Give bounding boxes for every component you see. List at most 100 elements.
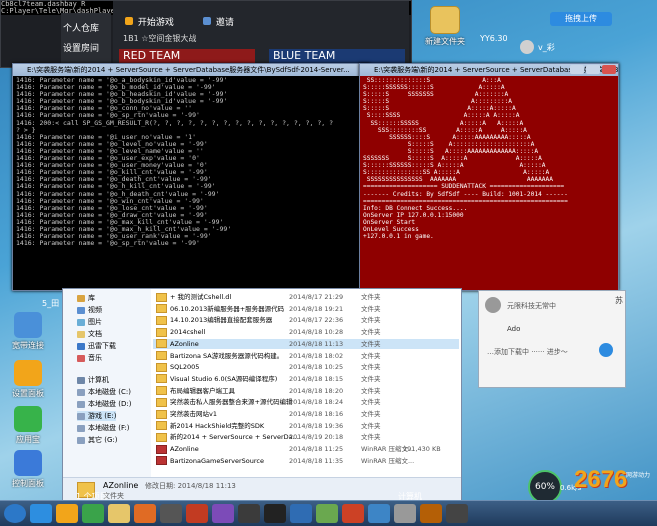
taskbar-game-c-icon[interactable]	[238, 504, 260, 523]
desktop-icon-label: 宽带连接	[12, 341, 44, 350]
watermark-sub: 网游动力	[626, 472, 651, 479]
menu-room-settings[interactable]: 设置房间	[63, 41, 99, 54]
sidebar-item[interactable]: 本地磁盘 (D:)	[77, 399, 131, 409]
file-row[interactable]: AZonline 2014/8/18 11:25 WinRAR 压缩文... 191,…	[153, 444, 459, 454]
desktop-icon-control[interactable]: 控制面板	[6, 450, 50, 489]
file-type: 文件夹	[361, 398, 381, 407]
taskbar-qq-browser-icon[interactable]	[56, 504, 78, 523]
sidebar-item-icon	[77, 400, 85, 408]
settings-icon	[14, 360, 42, 386]
upload-button[interactable]: 拖拽上传	[550, 12, 612, 26]
desktop-icon-appstore[interactable]: 应用宝	[6, 406, 50, 445]
control-panel-icon	[14, 450, 42, 476]
minimize-button[interactable]	[570, 65, 584, 74]
sidebar-item-label: 本地磁盘 (F:)	[88, 424, 130, 432]
file-type: 文件夹	[361, 293, 381, 301]
file-row[interactable]: 新的2014 + ServerSource + ServerDa... 2014/…	[153, 432, 459, 442]
desktop-icon-label: 控制面板	[12, 479, 44, 488]
sidebar-item[interactable]: 游戏 (E:)	[77, 411, 117, 421]
file-row[interactable]: 14.10.2013编辑器直接配套服务器 2014/8/17 22:36 文件夹	[153, 315, 459, 325]
file-row[interactable]: 新2014 HackShield完整的SDK 2014/8/18 19:36 文件夹	[153, 421, 459, 431]
taskbar-tool-a-icon[interactable]	[290, 504, 312, 523]
taskbar-tool-c-icon[interactable]	[342, 504, 364, 523]
sidebar-item[interactable]: 其它 (G:)	[77, 435, 117, 445]
taskbar-media-icon[interactable]	[212, 504, 234, 523]
sidebar-item[interactable]: 图片	[77, 317, 102, 327]
file-row[interactable]: 06.10.2013新编服务器+服务器源代码 2014/8/18 19:21 文件夹	[153, 304, 459, 314]
sidebar-item[interactable]: 本地磁盘 (F:)	[77, 423, 130, 433]
sidebar-item-icon	[77, 376, 85, 384]
taskbar-tool-e-icon[interactable]	[394, 504, 416, 523]
red-console-line: ------- Credits: By SdfSdf ---- Build: 1…	[363, 190, 568, 198]
close-button[interactable]	[602, 65, 616, 74]
sidebar-item[interactable]: 文档	[77, 329, 102, 339]
taskbar-folder-icon[interactable]	[108, 504, 130, 523]
sidebar-item-icon	[77, 318, 85, 326]
taskbar-tool-g-icon[interactable]	[446, 504, 468, 523]
explorer-window[interactable]: 库视频图片文档迅雷下载音乐计算机本地磁盘 (C:) 本地磁盘 (D:) 游戏 (E:…	[62, 288, 462, 504]
invite-button[interactable]: 邀请	[203, 15, 234, 28]
sidebar-item[interactable]: 视频	[77, 305, 102, 315]
taskbar-chrome-icon[interactable]	[82, 504, 104, 523]
red-console-titlebar[interactable]: E:\突袭服务端\新的2014 + ServerSource + ServerD…	[360, 64, 618, 76]
red-console-line: SSSSSSSSSSSSSSS AAAAAAA AAAAAAA	[363, 176, 553, 184]
folder-icon	[156, 339, 167, 349]
taskbar-tool-f-icon[interactable]	[420, 504, 442, 523]
red-console-line: S::::::SSSSSS:::::S A:::::A A:::::A	[363, 162, 546, 170]
red-console-line: S:::::S A:::::A:::::A	[363, 105, 516, 113]
game-launcher-window: Cb8cl7team.dashbay R C:Player\Tele\Mgr\d…	[0, 0, 412, 68]
start-game-button[interactable]: 开始游戏	[125, 15, 174, 28]
speed-widget[interactable]: 60%	[528, 470, 562, 504]
folder-icon	[156, 327, 167, 337]
maximize-button[interactable]	[586, 65, 600, 74]
taskbar-tool-b-icon[interactable]	[316, 504, 338, 523]
file-date: 2014/8/18 18:24	[289, 398, 344, 407]
taskbar-tool-d-icon[interactable]	[368, 504, 390, 523]
file-row[interactable]: 2014cshell 2014/8/18 10:28 文件夹	[153, 327, 459, 337]
file-row[interactable]: SQL2005 2014/8/18 10:25 文件夹	[153, 362, 459, 372]
server-console-window[interactable]: E:\突袭服务端\新的2014 + ServerSource + ServerD…	[12, 63, 370, 291]
folder-icon	[156, 409, 167, 419]
file-type: 文件夹	[361, 421, 381, 430]
file-date: 2014/8/18 18:20	[289, 386, 344, 395]
red-console-line: S:::::::::::::::SS A:::::A A:::::A	[363, 169, 550, 177]
chat-icon[interactable]	[599, 343, 613, 357]
file-row[interactable]: 布局编辑器客户端工具 2014/8/18 18:20 文件夹	[153, 386, 459, 396]
sidebar-item[interactable]: 本地磁盘 (C:)	[77, 387, 131, 397]
sidebar-item[interactable]: 音乐	[77, 353, 102, 363]
taskbar-ie-icon[interactable]	[30, 504, 52, 523]
taskbar-cmd-icon[interactable]	[264, 504, 286, 523]
file-date: 2014/8/18 19:21	[289, 304, 344, 313]
red-team-label: RED TEAM	[119, 49, 255, 63]
file-name: AZonline	[170, 339, 199, 348]
suddenattack-console-window[interactable]: E:\突袭服务端\新的2014 + ServerSource + ServerD…	[359, 63, 619, 291]
sidebar-text: 5_田	[42, 299, 60, 308]
file-row[interactable]: 突然袭击私人服务器整合来源+源代码编辑 2014/8/18 18:24 文件夹	[153, 397, 459, 407]
chat-name: 苏	[615, 296, 623, 305]
file-date: 2014/8/18 11:25	[289, 445, 344, 454]
file-date: 2014/8/18 18:16	[289, 410, 344, 418]
console-titlebar[interactable]: E:\突袭服务端\新的2014 + ServerSource + ServerD…	[13, 64, 369, 76]
taskbar-game-a-icon[interactable]	[160, 504, 182, 523]
chat-avatar	[485, 297, 501, 313]
desktop-icon-settings[interactable]: 设置面板	[6, 360, 50, 399]
chat-name-2: Ado	[507, 325, 521, 333]
file-row[interactable]: Visual Studio 6.0(SA源码编译程序) 2014/8/18 18:…	[153, 374, 459, 384]
file-row[interactable]: Bartizona SA游戏服务器源代码构建。 2014/8/18 18:02 文件…	[153, 351, 459, 361]
taskbar-start-icon[interactable]	[4, 504, 26, 523]
folder-icon	[156, 374, 167, 384]
desktop-icon-broadband[interactable]: 宽带连接	[6, 312, 50, 351]
file-row[interactable]: 突然袭击网站v1 2014/8/18 18:16 文件夹	[153, 409, 459, 419]
menu-warehouse[interactable]: 个人仓库	[63, 21, 99, 34]
taskbar-firefox-icon[interactable]	[134, 504, 156, 523]
sidebar-item[interactable]: 库	[77, 293, 95, 303]
file-row[interactable]: AZonline 2014/8/18 11:13 文件夹	[153, 338, 459, 349]
file-row[interactable]: BartizonaGameServerSource 2014/8/18 11:35…	[153, 456, 459, 466]
file-row[interactable]: + 我的测试Cshell.dl 2014/8/17 21:29 文件夹	[153, 292, 459, 302]
taskbar-game-b-icon[interactable]	[186, 504, 208, 523]
red-console-line: SSS::::::::SS A:::::A A:::::A	[363, 126, 527, 134]
sidebar-item-icon	[77, 342, 85, 350]
sidebar-item[interactable]: 计算机	[77, 375, 109, 385]
console-title: E:\突袭服务端\新的2014 + ServerSource + ServerD…	[27, 66, 350, 74]
sidebar-item[interactable]: 迅雷下载	[77, 341, 116, 351]
